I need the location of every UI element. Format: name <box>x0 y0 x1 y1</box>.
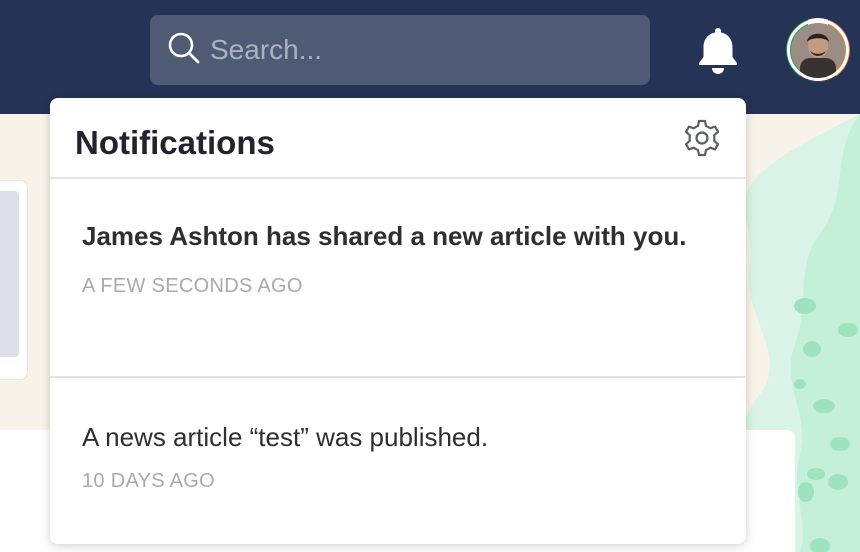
user-avatar[interactable] <box>786 18 850 82</box>
notification-timestamp: 10 DAYS AGO <box>82 470 215 492</box>
notifications-dropdown: Notifications James Ashton has shared a … <box>50 98 746 544</box>
top-navigation-bar <box>0 0 860 114</box>
notifications-header: Notifications <box>50 98 746 179</box>
gear-icon[interactable] <box>682 118 722 158</box>
bell-icon[interactable] <box>692 24 744 76</box>
search-box[interactable] <box>150 15 650 85</box>
background-card <box>0 180 28 380</box>
search-icon <box>166 30 202 71</box>
notifications-title: Notifications <box>75 124 275 161</box>
notification-text: A news article “test” was published. <box>82 422 489 452</box>
notification-timestamp: A FEW SECONDS AGO <box>82 275 303 297</box>
notification-text: James Ashton has shared a new article wi… <box>82 221 687 251</box>
search-input[interactable] <box>210 34 630 66</box>
notification-item[interactable]: James Ashton has shared a new article wi… <box>50 179 746 378</box>
notification-item[interactable]: A news article “test” was published. 10 … <box>50 378 746 542</box>
